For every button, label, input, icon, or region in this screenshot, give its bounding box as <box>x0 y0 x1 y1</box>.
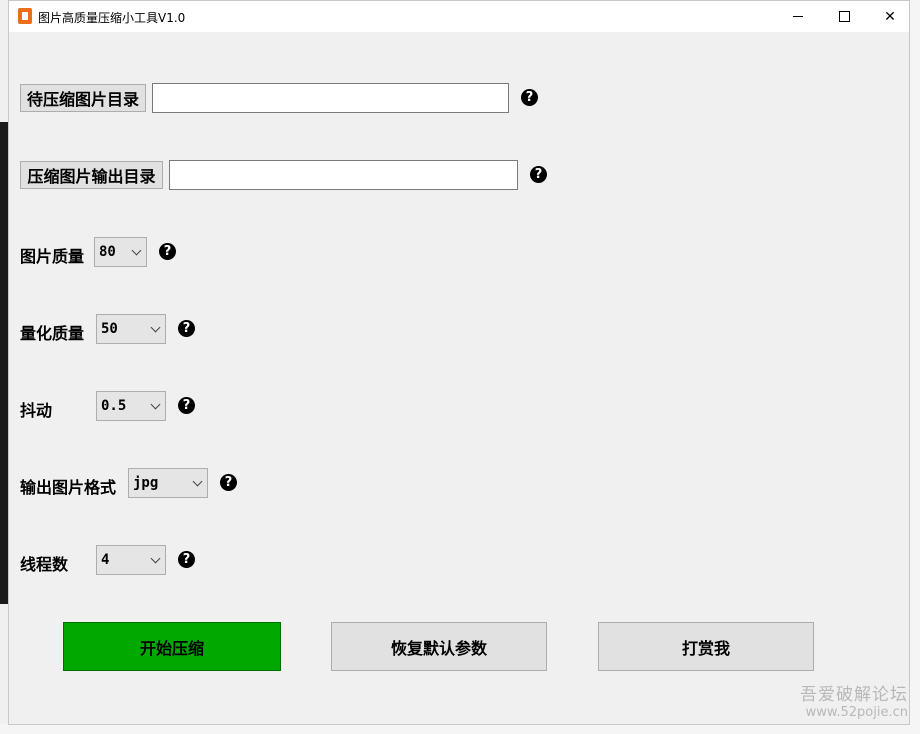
background-right-strip <box>910 0 920 734</box>
help-icon[interactable]: ? <box>178 397 195 414</box>
help-icon[interactable]: ? <box>521 89 538 106</box>
output-format-value: jpg <box>133 475 159 491</box>
minimize-button[interactable] <box>775 1 821 32</box>
image-quality-select[interactable]: 80 <box>94 237 147 267</box>
help-icon[interactable]: ? <box>178 320 195 337</box>
watermark-title: 吾爱破解论坛 <box>800 685 908 705</box>
threads-label: 线程数 <box>20 555 69 574</box>
chevron-down-icon <box>150 322 161 333</box>
select-output-dir-button[interactable]: 压缩图片输出目录 <box>20 161 163 189</box>
output-dir-field[interactable] <box>169 160 518 190</box>
start-compress-button[interactable]: 开始压缩 <box>63 622 281 671</box>
dither-label: 抖动 <box>20 401 53 420</box>
threads-select[interactable]: 4 <box>96 545 166 575</box>
input-dir-field[interactable] <box>152 83 509 113</box>
chevron-down-icon <box>192 476 203 487</box>
window-title: 图片高质量压缩小工具V1.0 <box>38 11 186 25</box>
title-bar[interactable]: 图片高质量压缩小工具V1.0 ✕ <box>9 1 909 32</box>
close-button[interactable]: ✕ <box>867 1 913 32</box>
quantize-quality-value: 50 <box>101 321 118 337</box>
chevron-down-icon <box>131 245 142 256</box>
close-icon: ✕ <box>884 8 896 25</box>
watermark: 吾爱破解论坛 www.52pojie.cn <box>800 685 908 720</box>
maximize-button[interactable] <box>821 1 867 32</box>
dither-value: 0.5 <box>101 398 127 414</box>
help-icon[interactable]: ? <box>530 166 547 183</box>
output-format-select[interactable]: jpg <box>128 468 208 498</box>
help-icon[interactable]: ? <box>178 551 195 568</box>
output-format-label: 输出图片格式 <box>20 478 117 497</box>
chevron-down-icon <box>150 553 161 564</box>
help-icon[interactable]: ? <box>159 243 176 260</box>
quantize-quality-label: 量化质量 <box>20 324 85 343</box>
background-bottom-strip <box>0 724 920 734</box>
image-quality-label: 图片质量 <box>20 247 85 266</box>
main-panel: 待压缩图片目录 ? 压缩图片输出目录 ? 图片质量 80 ? 量化质量 50 ?… <box>9 32 909 724</box>
dither-select[interactable]: 0.5 <box>96 391 166 421</box>
chevron-down-icon <box>150 399 161 410</box>
help-icon[interactable]: ? <box>220 474 237 491</box>
maximize-icon <box>838 11 850 22</box>
reward-button[interactable]: 打赏我 <box>598 622 814 671</box>
reset-defaults-button[interactable]: 恢复默认参数 <box>331 622 547 671</box>
app-window: 图片高质量压缩小工具V1.0 ✕ 待压缩图片目录 ? 压缩图片输出目录 ? 图片… <box>8 0 910 725</box>
minimize-icon <box>793 16 803 17</box>
image-quality-value: 80 <box>99 244 116 260</box>
watermark-url: www.52pojie.cn <box>805 704 908 720</box>
threads-value: 4 <box>101 552 110 568</box>
quantize-quality-select[interactable]: 50 <box>96 314 166 344</box>
app-icon <box>18 8 32 24</box>
select-input-dir-button[interactable]: 待压缩图片目录 <box>20 84 146 112</box>
